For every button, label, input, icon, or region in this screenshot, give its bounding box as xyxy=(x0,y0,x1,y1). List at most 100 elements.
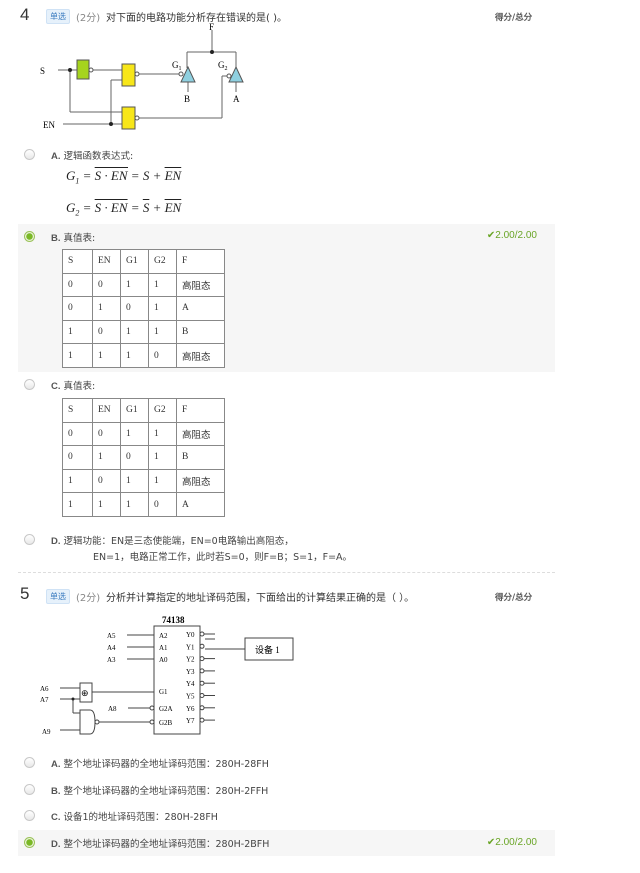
pin-label: G2A xyxy=(159,705,173,713)
label-en: EN xyxy=(43,120,55,130)
table-cell: G2 xyxy=(148,249,177,274)
table-cell: S xyxy=(62,398,93,423)
output-pin-label: Y2 xyxy=(186,656,195,664)
tristate-buffer-g2 xyxy=(228,65,244,83)
table-cell: 0 xyxy=(62,272,93,298)
nand-gate-1 xyxy=(121,63,136,87)
option-d[interactable]: D. 整个地址译码器的全地址译码范围：280H-2BFH ✔2.00/2.00 xyxy=(18,829,555,856)
table-cell: 0 xyxy=(62,421,93,447)
input-label: A8 xyxy=(108,705,117,713)
label-b: B xyxy=(184,94,190,104)
pin-label: A0 xyxy=(159,656,168,664)
table-cell: 1 xyxy=(148,272,177,298)
truth-table-b: S EN G1 G2 F 0 0 1 1 高阻态 0 1 0 1 A 1 0 1 1 B 1 1 1 0 高阻态 xyxy=(62,249,225,368)
option-a[interactable]: A. 逻辑函数表达式: xyxy=(18,143,555,169)
table-cell: EN xyxy=(92,398,121,423)
table-cell: 0 xyxy=(92,272,121,298)
table-cell: 1 xyxy=(148,445,177,470)
question-type-badge: 单选 xyxy=(46,589,70,604)
table-row: 0 0 1 1 高阻态 xyxy=(62,421,225,447)
question-points: (2分) xyxy=(76,593,101,604)
table-cell: 0 xyxy=(62,445,93,470)
table-row: 0 0 1 1 高阻态 xyxy=(62,272,225,298)
radio-button[interactable] xyxy=(24,534,35,545)
decoder-diagram: 74138 设备 1 ⊕ A5 A4 A3 A6 A7 A8 A9 A2 A1 A0 G1 G2A G2… xyxy=(40,615,294,736)
option-b[interactable]: B. 整个地址译码器的全地址译码范围：280H-2FFH xyxy=(18,777,555,803)
radio-button[interactable] xyxy=(24,783,35,795)
table-cell: 0 xyxy=(62,296,93,321)
option-d[interactable]: D. 逻辑功能：EN是三态使能端，EN=0电路输出高阻态， EN=1，电路正常工作… xyxy=(18,528,555,564)
output-pin-label: Y5 xyxy=(186,693,195,701)
correct-score: ✔2.00/2.00 xyxy=(486,836,537,848)
table-cell: 1 xyxy=(120,492,149,517)
output-pin-label: Y3 xyxy=(186,668,195,676)
correct-score: ✔2.00/2.00 xyxy=(486,230,537,241)
output-pin-label: Y4 xyxy=(186,680,195,688)
score-label: 得分/总分 xyxy=(495,593,533,603)
label-s: S xyxy=(40,66,45,76)
table-row: 1011B xyxy=(62,319,225,345)
table-cell: 1 xyxy=(62,319,93,345)
input-label: A9 xyxy=(42,728,51,736)
table-cell: A xyxy=(176,296,225,321)
table-cell: 1 xyxy=(92,492,121,517)
input-label: A3 xyxy=(107,656,116,664)
table-cell: 高阻态 xyxy=(176,468,225,494)
pin-label: G1 xyxy=(159,688,168,696)
input-label: A7 xyxy=(40,696,49,704)
question-text: 分析并计算指定的地址译码范围，下面给出的计算结果正确的是（ ）。 xyxy=(106,593,415,604)
option-c[interactable]: C. 真值表: xyxy=(18,374,555,400)
table-cell: G1 xyxy=(120,398,149,423)
table-row: 0101A xyxy=(62,296,225,321)
input-label: A6 xyxy=(40,685,49,693)
table-cell: 1 xyxy=(62,492,93,517)
score-label: 得分/总分 xyxy=(495,13,533,23)
table-cell: 1 xyxy=(120,421,149,447)
table-cell: 高阻态 xyxy=(176,343,225,368)
option-c[interactable]: C. 设备1的地址译码范围：280H-28FH xyxy=(18,803,555,829)
table-row: S EN G1 G2 F xyxy=(62,398,225,423)
radio-button[interactable] xyxy=(24,757,35,768)
output-pin-label: Y0 xyxy=(186,631,195,639)
radio-button[interactable] xyxy=(24,379,35,390)
formula-g1: G1 = S · EN = S + EN xyxy=(66,167,182,186)
table-cell: EN xyxy=(92,249,121,274)
radio-button[interactable] xyxy=(24,836,35,848)
table-cell: 0 xyxy=(148,492,177,517)
question-divider xyxy=(18,572,555,573)
radio-button[interactable] xyxy=(24,149,35,160)
circuit-diagram: S EN F G1 G2 B A xyxy=(40,22,244,130)
option-a[interactable]: A. 整个地址译码器的全地址译码范围：280H-28FH xyxy=(18,750,555,776)
label-g1: G1 xyxy=(172,60,182,72)
table-cell: 0 xyxy=(92,468,121,494)
option-label: B. 真值表: xyxy=(51,233,96,244)
option-label: D. 逻辑功能：EN是三态使能端，EN=0电路输出高阻态， xyxy=(51,536,294,547)
output-pin-label: Y1 xyxy=(186,643,195,651)
radio-button-selected[interactable] xyxy=(24,231,35,242)
not-gate xyxy=(76,59,90,80)
pin-label: A1 xyxy=(159,644,168,652)
question-number: 5 xyxy=(20,584,30,603)
table-cell: B xyxy=(176,445,225,470)
table-row: 1 0 1 1 高阻态 xyxy=(62,468,225,494)
table-cell: 0 xyxy=(148,343,177,368)
label-g2: G2 xyxy=(218,60,228,72)
table-cell: 0 xyxy=(120,445,149,470)
table-cell: 1 xyxy=(120,272,149,298)
truth-table-c: S EN G1 G2 F 0 0 1 1 高阻态 0 1 0 1 B 1 0 1 1 高阻态 1 1 1 0 A xyxy=(62,398,225,517)
option-label: A. 逻辑函数表达式: xyxy=(51,151,134,162)
option-label: D. 整个地址译码器的全地址译码范围：280H-2BFH xyxy=(51,838,270,850)
table-row: 1110A xyxy=(62,492,225,517)
table-cell: 1 xyxy=(92,343,121,368)
option-label: C. 设备1的地址译码范围：280H-28FH xyxy=(51,812,218,823)
table-cell: B xyxy=(176,319,225,345)
table-cell: 高阻态 xyxy=(176,272,225,298)
table-cell: 1 xyxy=(120,343,149,368)
table-cell: 0 xyxy=(92,319,121,345)
input-label: A4 xyxy=(107,644,116,652)
table-row: 0101B xyxy=(62,445,225,470)
pin-label: A2 xyxy=(159,632,168,640)
radio-button[interactable] xyxy=(24,810,35,821)
table-cell: 1 xyxy=(148,319,177,345)
table-row: S EN G1 G2 F xyxy=(62,249,225,274)
